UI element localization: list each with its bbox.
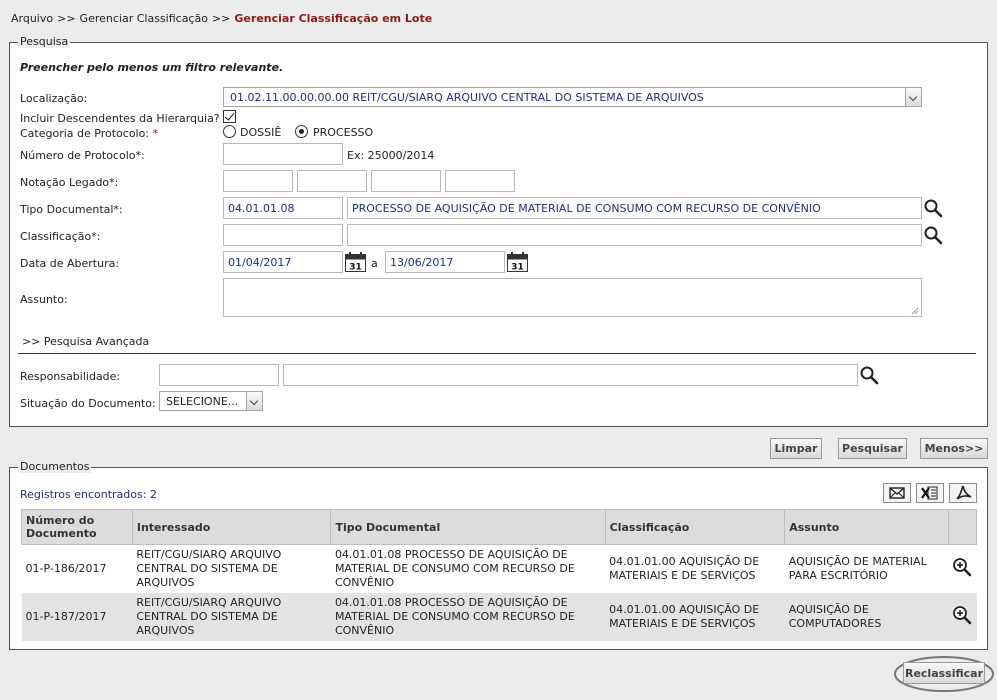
notacao-label: Notação Legado*: [20,176,119,189]
breadcrumb-separator: >> [57,12,76,25]
breadcrumb-current: Gerenciar Classificação em Lote [234,12,433,25]
categoria-label: Categoria de Protocolo: * [20,127,159,140]
pesquisar-button[interactable]: Pesquisar [838,438,907,459]
breadcrumb-separator: >> [211,12,231,25]
responsabilidade-code-input[interactable] [159,364,279,386]
chevron-down-icon[interactable] [905,88,921,106]
numero-label: Número de Protocolo*: [20,149,145,162]
resize-grip-icon[interactable] [911,307,919,315]
col-numero[interactable]: Número do Documento [21,509,133,545]
email-icon[interactable] [883,483,911,503]
cell-action [948,592,977,641]
col-tipo[interactable]: Tipo Documental [330,509,606,545]
pdf-icon[interactable] [949,483,977,503]
search-icon[interactable] [923,225,943,245]
situacao-value: SELECIONE... [166,395,239,408]
table-header-row: Número do Documento Interessado Tipo Doc… [21,509,978,545]
localizacao-value: 01.02.11.00.00.00.00 REIT/CGU/SIARQ ARQU… [230,91,704,104]
cell-numero: 01-P-186/2017 [21,544,133,593]
cell-classificacao: 04.01.01.00 AQUISIÇÃO DE MATERIAIS E DE … [605,544,785,593]
classificacao-code-input[interactable] [223,224,343,246]
search-icon[interactable] [923,198,943,218]
radio-dossie-label: DOSSIÊ [240,126,282,139]
col-interessado[interactable]: Interessado [131,509,332,545]
radio-dossie[interactable] [223,125,236,138]
excel-icon[interactable] [916,483,944,503]
cell-tipo: 04.01.01.08 PROCESSO DE AQUISIÇÃO DE MAT… [330,592,606,641]
classificacao-label: Classificação*: [20,230,101,243]
cell-tipo: 04.01.01.08 PROCESSO DE AQUISIÇÃO DE MAT… [330,544,606,593]
cell-assunto: AQUISIÇÃO DE COMPUTADORES [784,592,949,641]
table-row[interactable]: 01-P-186/2017 REIT/CGU/SIARQ ARQUIVO CEN… [21,544,977,593]
chevron-down-icon[interactable] [246,392,262,410]
data-inicio-input[interactable]: 01/04/2017 [223,251,343,273]
localizacao-label: Localização: [20,92,88,105]
documentos-legend: Documentos [18,460,92,473]
col-assunto[interactable]: Assunto [784,509,949,545]
calendar-icon[interactable]: 31 [507,252,528,272]
col-classificacao[interactable]: Classificação [604,509,786,545]
col-actions [947,509,978,545]
notacao-input-1[interactable] [223,170,293,192]
radio-processo[interactable] [295,125,308,138]
tipo-desc-input[interactable]: PROCESSO DE AQUISIÇÃO DE MATERIAL DE CON… [347,197,922,219]
notacao-input-2[interactable] [297,170,367,192]
documentos-table: Número do Documento Interessado Tipo Doc… [21,509,978,641]
responsabilidade-desc-input[interactable] [283,364,858,386]
situacao-select[interactable]: SELECIONE... [159,391,263,411]
registros-count: Registros encontrados: 2 [20,488,157,501]
limpar-button[interactable]: Limpar [770,438,822,459]
pesquisa-legend: Pesquisa [18,35,71,48]
reclassificar-button[interactable]: Reclassificar [903,662,985,684]
assunto-textarea[interactable] [223,278,922,317]
divider [18,353,976,354]
menos-button[interactable]: Menos>> [920,438,988,459]
cell-action [948,544,977,593]
table-row[interactable]: 01-P-187/2017 REIT/CGU/SIARQ ARQUIVO CEN… [21,592,977,641]
classificacao-desc-input[interactable] [347,224,922,246]
pesquisa-avancada-toggle[interactable]: >> Pesquisa Avançada [22,335,149,348]
cell-numero: 01-P-187/2017 [21,592,133,641]
data-fim-input[interactable]: 13/06/2017 [385,251,505,273]
filter-hint: Preencher pelo menos um filtro relevante… [20,61,284,74]
search-icon[interactable] [859,365,879,385]
tipo-code-input[interactable]: 04.01.01.08 [223,197,343,219]
zoom-in-icon[interactable] [952,557,972,577]
cell-interessado: REIT/CGU/SIARQ ARQUIVO CENTRAL DO SISTEM… [132,592,331,641]
numero-example: Ex: 25000/2014 [347,149,435,162]
assunto-label: Assunto: [20,293,68,306]
calendar-icon[interactable]: 31 [345,252,366,272]
svg-text:31: 31 [349,263,362,273]
incluir-label: Incluir Descendentes da Hierarquia? [20,112,220,125]
cell-assunto: AQUISIÇÃO DE MATERIAL PARA ESCRITÓRIO [784,544,949,593]
breadcrumb-item-gerenciar[interactable]: Gerenciar Classificação [80,12,208,25]
localizacao-select[interactable]: 01.02.11.00.00.00.00 REIT/CGU/SIARQ ARQU… [223,87,922,107]
breadcrumb-item-arquivo[interactable]: Arquivo [11,12,53,25]
breadcrumb: Arquivo >> Gerenciar Classificação >> Gerenc… [11,12,432,25]
tipo-label: Tipo Documental*: [20,203,123,216]
numero-input[interactable] [223,143,343,165]
svg-text:31: 31 [511,263,524,273]
notacao-input-3[interactable] [371,170,441,192]
responsabilidade-label: Responsabilidade: [20,370,121,383]
data-separator: a [371,257,378,270]
data-abertura-label: Data de Abertura: [20,257,120,270]
zoom-in-icon[interactable] [952,605,972,625]
cell-classificacao: 04.01.01.00 AQUISIÇÃO DE MATERIAIS E DE … [605,592,785,641]
cell-interessado: REIT/CGU/SIARQ ARQUIVO CENTRAL DO SISTEM… [132,544,331,593]
incluir-checkbox[interactable] [223,110,236,123]
radio-processo-label: PROCESSO [313,126,374,139]
situacao-label: Situação do Documento: [20,397,156,410]
notacao-input-4[interactable] [445,170,515,192]
